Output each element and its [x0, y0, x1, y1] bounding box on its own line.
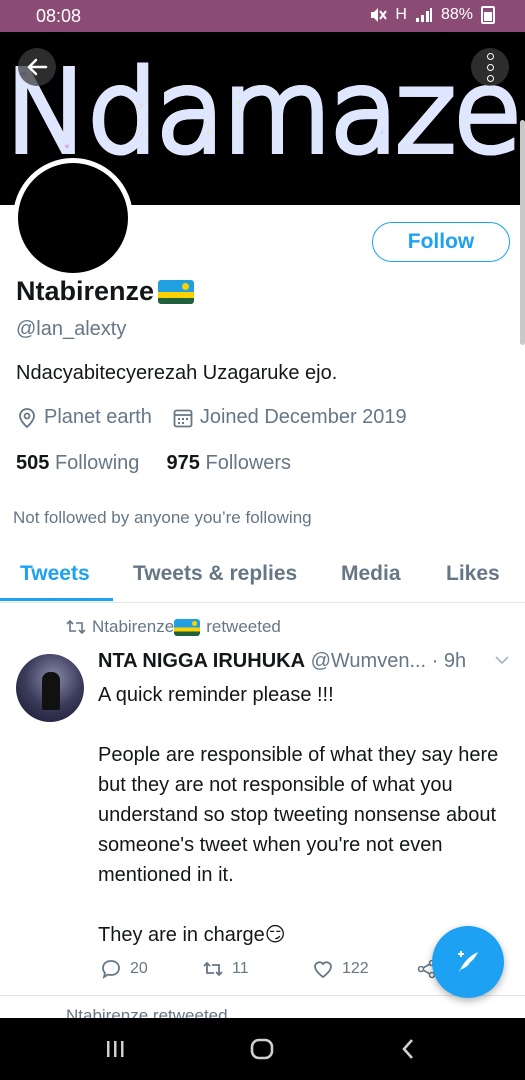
recent-apps-button[interactable]: [100, 1036, 130, 1062]
follow-counts: 505 Following 975 Followers: [16, 452, 291, 475]
battery-percent: 88%: [440, 6, 473, 23]
profile-tabs: Tweets Tweets & replies Media Likes: [0, 548, 525, 603]
location-pin-icon: [19, 407, 35, 428]
battery-icon: [481, 6, 495, 24]
retweet-context: Ntabirenze retweeted: [66, 617, 281, 637]
tab-tweets[interactable]: Tweets: [20, 562, 90, 586]
tab-media[interactable]: Media: [341, 562, 401, 586]
back-button[interactable]: [18, 48, 56, 86]
tweet-author-avatar[interactable]: [16, 654, 84, 722]
back-chevron-icon: [402, 1039, 413, 1059]
display-name-text: Ntabirenze: [16, 276, 155, 306]
tweet-header[interactable]: NTA NIGGA IRUHUKA @Wumven... · 9h: [98, 650, 466, 673]
tab-tweets-replies[interactable]: Tweets & replies: [133, 562, 297, 586]
more-dot-icon: [486, 74, 494, 82]
next-retweet-context: Ntabirenze retweeted: [66, 1006, 228, 1018]
status-icons: H 88%: [369, 6, 495, 24]
more-dot-icon: [486, 52, 494, 60]
retweeter-name: Ntabirenze: [92, 617, 175, 636]
recent-apps-icon: [107, 1041, 124, 1057]
profile-avatar[interactable]: [13, 158, 133, 278]
home-button[interactable]: [247, 1036, 277, 1062]
following-link[interactable]: 505 Following: [16, 452, 139, 474]
retweet-button[interactable]: 11: [202, 958, 249, 980]
reply-count: 20: [130, 960, 148, 977]
status-time: 08:08: [36, 6, 82, 26]
tweet-paragraph: A quick reminder please !!!: [98, 684, 334, 706]
profile-joined: Joined December 2019: [199, 406, 407, 428]
heart-icon: [314, 961, 332, 979]
profile-location: Planet earth: [44, 406, 152, 428]
followers-label: Followers: [205, 452, 292, 474]
like-button[interactable]: 122: [312, 958, 369, 980]
signal-icon: [415, 8, 432, 22]
network-type: H: [395, 6, 407, 23]
profile-handle: @lan_alexty: [16, 318, 127, 340]
retweeted-label: retweeted: [206, 617, 281, 636]
rwanda-flag-icon: [158, 279, 195, 304]
home-icon: [250, 1038, 274, 1060]
follow-button[interactable]: Follow: [372, 222, 510, 262]
following-label: Following: [54, 452, 140, 474]
back-arrow-icon: [27, 58, 48, 76]
followers-count: 975: [166, 452, 200, 474]
tweet-time: · 9h: [431, 650, 467, 672]
chevron-down-icon[interactable]: [494, 654, 510, 666]
tweet-paragraph: People are responsible of what they say …: [98, 744, 499, 886]
rwanda-flag-icon: [174, 618, 201, 636]
more-options-button[interactable]: [471, 48, 509, 86]
tweet-author-name: NTA NIGGA IRUHUKA: [98, 650, 306, 672]
android-nav-bar: [0, 1018, 525, 1080]
mute-icon: [371, 8, 388, 22]
followers-link[interactable]: 975 Followers: [167, 452, 292, 474]
retweet-icon: [66, 619, 86, 635]
compose-tweet-button[interactable]: [432, 926, 504, 998]
like-count: 122: [342, 960, 369, 977]
reply-icon: [102, 960, 120, 979]
active-tab-indicator: [0, 598, 113, 601]
reply-button[interactable]: 20: [100, 958, 148, 980]
profile-bio: Ndacyabitecyerezah Uzagaruke ejo.: [16, 362, 338, 384]
more-dot-icon: [486, 63, 494, 71]
calendar-icon: [173, 409, 193, 427]
tweet-divider: [0, 995, 525, 996]
tweet-author-handle: @Wumven...: [310, 650, 427, 672]
nav-back-button[interactable]: [393, 1036, 423, 1062]
profile-meta: Planet earth Joined December 2019: [16, 406, 407, 429]
not-followed-notice: Not followed by anyone you’re following: [13, 508, 312, 527]
tab-likes[interactable]: Likes: [446, 562, 500, 586]
compose-feather-icon: [458, 951, 478, 972]
status-bar: 08:08 H 88%: [0, 0, 525, 32]
display-name: Ntabirenze: [16, 276, 195, 307]
retweet-count: 11: [232, 960, 249, 977]
retweet-icon: [203, 961, 223, 977]
scrollbar[interactable]: [520, 120, 525, 345]
following-count: 505: [16, 452, 50, 474]
